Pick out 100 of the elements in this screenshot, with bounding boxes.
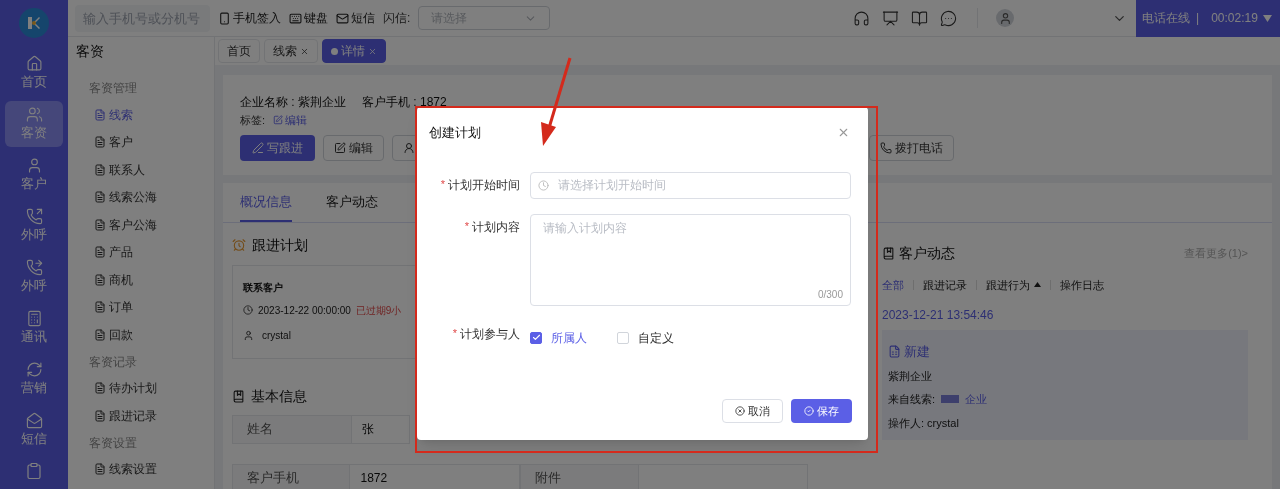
nav-item[interactable]: 短信 <box>5 407 63 453</box>
document-icon <box>94 218 106 231</box>
document-icon <box>94 191 106 204</box>
nav-item[interactable]: 首页 <box>5 50 63 96</box>
sidebar-item[interactable]: 客户 <box>68 128 214 156</box>
section-title: 客户动态 <box>899 243 955 263</box>
call-timer: 00:02:19 <box>1211 10 1258 27</box>
plan-time: 2023-12-22 00:00:00 <box>258 303 351 318</box>
nav-item[interactable]: 通讯 <box>5 305 63 351</box>
time-picker-field[interactable]: 请选择计划开始时间 <box>530 171 851 199</box>
keyboard-icon <box>289 11 302 25</box>
document-icon <box>94 136 106 149</box>
document-icon <box>94 301 106 314</box>
filter-tab[interactable]: 全部 <box>882 276 904 293</box>
overdue-text: 已过期9小 <box>355 303 402 318</box>
nav-item[interactable]: 外呼 <box>5 254 63 300</box>
sidebar-item[interactable]: 商机 <box>68 266 214 294</box>
sidebar-item[interactable]: 待办计划 <box>68 374 214 402</box>
sidebar-item[interactable]: 订单 <box>68 293 214 321</box>
headset-icon[interactable] <box>853 9 870 27</box>
mail-icon <box>336 11 349 25</box>
dialog-button[interactable]: 取消 <box>722 399 783 423</box>
call-button[interactable]: 拨打电话 <box>869 134 954 161</box>
status-separator: | <box>1196 10 1200 27</box>
activity-company: 紫荆企业 <box>888 368 933 384</box>
document-icon <box>94 163 106 176</box>
toolbar-button[interactable]: 键盘 <box>289 9 328 27</box>
sidebar-item[interactable]: 联系人 <box>68 156 214 184</box>
document-icon <box>94 382 106 395</box>
nav-item[interactable]: 外呼 <box>5 203 63 249</box>
monitor-icon[interactable] <box>882 9 899 27</box>
page-tab[interactable]: 详情 <box>322 39 386 63</box>
plan-owner: crystal <box>262 328 291 343</box>
nav-icon <box>25 411 43 429</box>
sidebar-item[interactable]: 线索 <box>68 101 214 129</box>
phone-icon <box>880 141 892 154</box>
nav-icon <box>25 360 43 378</box>
page-tab[interactable]: 线索 <box>264 39 318 63</box>
toolbar-button[interactable]: 短信 <box>336 9 375 27</box>
activity-date: 2023-12-21 13:54:46 <box>882 307 995 324</box>
required-mark: * <box>464 219 469 235</box>
detail-tab[interactable]: 客户动态 <box>326 192 378 222</box>
dropdown-caret-icon[interactable] <box>1262 14 1272 22</box>
section-title: 跟进计划 <box>252 235 308 255</box>
alarm-icon <box>232 238 246 252</box>
masked-block <box>941 395 960 404</box>
sidebar-item[interactable]: 线索公海 <box>68 183 214 211</box>
required-mark: * <box>452 326 457 342</box>
checkbox-label: 自定义 <box>638 329 674 347</box>
clipboard-icon[interactable] <box>25 462 43 480</box>
user-icon <box>403 141 415 154</box>
source-link[interactable]: 企业 <box>965 391 988 408</box>
clock-icon <box>538 179 549 191</box>
toolbar-button[interactable]: 手机签入 <box>218 9 281 27</box>
detail-tab[interactable]: 概况信息 <box>240 192 292 222</box>
page-tab[interactable]: 首页 <box>218 39 260 63</box>
nav-icon <box>25 309 43 327</box>
nav-icon <box>25 207 43 225</box>
pen-icon <box>252 141 264 154</box>
document-icon <box>94 273 106 286</box>
edit-icon <box>334 141 346 154</box>
document-icon <box>94 409 106 422</box>
company-name: 企业名称 : 紫荆企业 <box>240 94 346 111</box>
sidebar-item[interactable]: 产品 <box>68 238 214 266</box>
document-icon <box>94 328 106 341</box>
book-icon[interactable] <box>911 9 928 27</box>
filter-tab[interactable]: 操作日志 <box>1060 276 1104 293</box>
tags-label: 标签: <box>240 113 266 128</box>
action-button[interactable]: 写跟进 <box>240 134 315 161</box>
sidebar-item[interactable]: 客户公海 <box>68 211 214 239</box>
checkbox-label: 所属人 <box>551 329 587 347</box>
sidebar-item[interactable]: 线索设置 <box>68 455 214 483</box>
filter-tab[interactable]: 跟进行为 <box>986 276 1041 293</box>
nav-item[interactable]: 营销 <box>5 356 63 402</box>
source-label: 来自线索: <box>888 392 936 407</box>
dialog-button[interactable]: 保存 <box>791 399 852 423</box>
activity-operator: 操作人: crystal <box>888 415 960 431</box>
filter-tab[interactable]: 跟进记录 <box>923 276 967 293</box>
check-circle-icon <box>804 406 814 416</box>
sidebar-item[interactable]: 跟进记录 <box>68 402 214 430</box>
info-value: 张 <box>352 414 410 444</box>
avatar-icon <box>996 9 1014 27</box>
action-button[interactable]: 编辑 <box>323 134 384 161</box>
field-label: 计划参与人 <box>460 325 520 343</box>
checkbox[interactable] <box>530 331 542 344</box>
section-title: 基本信息 <box>251 386 307 406</box>
field-label: 计划内容 <box>472 218 520 236</box>
customer-phone: 客户手机 : 1872 <box>362 94 447 111</box>
sidebar-group-title: 客资记录 <box>88 353 138 371</box>
chat-icon[interactable] <box>940 9 957 27</box>
document-icon <box>94 463 106 476</box>
cancel-circle-icon <box>735 406 745 416</box>
plan-title: 联系客户 <box>243 280 284 295</box>
field-label: 计划开始时间 <box>448 176 520 194</box>
info-label: 姓名 <box>232 414 352 444</box>
nav-item[interactable]: 客户 <box>5 152 63 198</box>
sidebar-item[interactable]: 回款 <box>68 321 214 349</box>
document-icon <box>888 345 901 359</box>
edit-tags-link[interactable]: 编辑 <box>273 112 308 129</box>
sidebar-title: 客资 <box>75 41 105 61</box>
